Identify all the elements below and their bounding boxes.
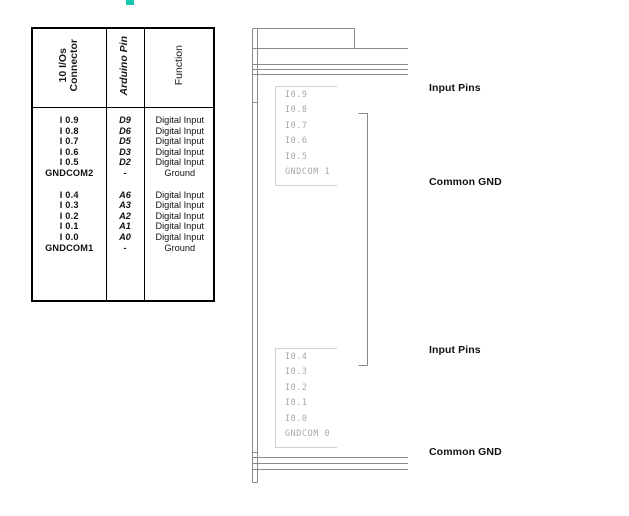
- annotation-input-pins-bottom: Input Pins: [429, 344, 481, 356]
- table-value-line: I 0.5: [59, 157, 79, 168]
- table-value-line: GNDCOM1: [45, 242, 94, 253]
- table-value-line: [33, 179, 106, 190]
- table-value-line: -: [123, 167, 127, 178]
- table-value-line: [145, 179, 216, 190]
- table-value-line: Digital Input: [155, 189, 205, 200]
- table-value-line: Digital Input: [155, 146, 205, 157]
- table-body-row: I 0.9 I 0.8 I 0.7 I 0.6 I 0.5 GNDCOM2 I 0.4 I …: [33, 107, 216, 300]
- table-value-line: I 0.1: [59, 221, 79, 232]
- header-label-arduino-pin: Arduino Pin: [118, 35, 131, 96]
- table-value-line: I 0.9: [59, 115, 79, 125]
- top-connector-pin-text: I0.9 I0.8 I0.7 I0.6 I0.5 GNDCOM 1: [276, 87, 337, 179]
- table-value-line: -: [123, 242, 127, 253]
- body-cell-connector: I 0.9 I 0.8 I 0.7 I 0.6 I 0.5 GNDCOM2 I 0.4 I …: [33, 107, 107, 300]
- table-value-line: [107, 179, 144, 190]
- connector-pin-label: I0.8: [285, 104, 308, 115]
- table-value-line: Digital Input: [155, 125, 205, 136]
- table-value-line: Ground: [164, 242, 196, 253]
- table-value-line: A6: [119, 189, 131, 200]
- header-cell-arduino-pin: Arduino Pin: [105, 29, 145, 108]
- teal-marker-artifact: [126, 0, 134, 5]
- table-value-line: Ground: [164, 167, 196, 178]
- table-value-line: D2: [119, 157, 131, 168]
- table-value-line: D3: [119, 146, 131, 157]
- bottom-connector-pin-text: I0.4 I0.3 I0.2 I0.1 I0.0 GNDCOM 0: [276, 349, 337, 441]
- connector-pin-label: I0.9: [285, 89, 308, 99]
- table-value-line: D5: [119, 136, 131, 147]
- annotation-common-gnd-bottom: Common GND: [429, 446, 502, 458]
- header-cell-connector: 10 I/Os Connector: [33, 29, 107, 108]
- table-value-line: A3: [119, 200, 131, 211]
- table-value-line: Digital Input: [155, 157, 205, 168]
- connector-pin-label: I0.4: [285, 351, 308, 361]
- table-value-line: D6: [119, 125, 131, 136]
- pin-table: 10 I/Os Connector Arduino Pin Function I…: [33, 29, 215, 300]
- table-value-line: I 0.6: [59, 146, 79, 157]
- header-label-function: Function: [173, 45, 186, 86]
- table-value-line: Digital Input: [155, 200, 205, 211]
- body-cell-arduino-pin: D9 D6 D5 D3 D2- A6 A3 A2 A1 A0-: [105, 107, 145, 300]
- table-value-line: Digital Input: [155, 210, 205, 221]
- table-value-line: A1: [119, 221, 131, 232]
- header-label-connector: 10 I/Os Connector: [57, 39, 81, 92]
- connector-pin-label: I0.6: [285, 135, 308, 146]
- table-value-line: Digital Input: [155, 231, 205, 242]
- table-value-line: Digital Input: [155, 115, 205, 125]
- table-value-line: GNDCOM2: [45, 167, 94, 178]
- connector-pin-label: I0.3: [285, 366, 308, 377]
- table-value-line: I 0.0: [59, 231, 79, 242]
- table-value-line: Digital Input: [155, 221, 205, 232]
- table-value-line: I 0.7: [59, 136, 79, 147]
- table-value-line: A0: [119, 231, 131, 242]
- table-value-line: D9: [119, 115, 131, 125]
- top-tab-outline: [252, 28, 408, 49]
- body-cell-function: Digital Input Digital Input Digital Input D…: [143, 107, 216, 300]
- connector-pin-label: I0.5: [285, 150, 308, 161]
- header-cell-function: Function: [143, 29, 215, 108]
- connector-pin-label: I0.2: [285, 381, 308, 392]
- connector-pin-label: GNDCOM 0: [285, 428, 331, 439]
- connector-pin-label: I0.7: [285, 119, 308, 130]
- top-connector-pin-labels: I0.9 I0.8 I0.7 I0.6 I0.5 GNDCOM 1: [275, 86, 337, 186]
- arduino-pin-value-list: D9 D6 D5 D3 D2- A6 A3 A2 A1 A0-: [107, 115, 144, 253]
- connector-pin-label: I0.0: [285, 412, 308, 423]
- function-value-list: Digital Input Digital Input Digital Input D…: [145, 115, 216, 253]
- connector-pin-label: GNDCOM 1: [285, 166, 331, 177]
- connector-value-list: I 0.9 I 0.8 I 0.7 I 0.6 I 0.5 GNDCOM2 I 0.4 I …: [33, 115, 106, 253]
- table-value-line: Digital Input: [155, 136, 205, 147]
- table-value-line: A2: [119, 210, 131, 221]
- annotation-common-gnd-top: Common GND: [429, 176, 502, 188]
- table-value-line: I 0.4: [59, 189, 79, 200]
- io-pin-mapping-table: 10 I/Os Connector Arduino Pin Function I…: [31, 27, 215, 302]
- bottom-connector-pin-labels: I0.4 I0.3 I0.2 I0.1 I0.0 GNDCOM 0: [275, 348, 337, 448]
- table-value-line: I 0.2: [59, 210, 79, 221]
- table-header-row: 10 I/Os Connector Arduino Pin Function: [33, 29, 215, 108]
- connector-pin-label: I0.1: [285, 397, 308, 408]
- table-value-line: I 0.8: [59, 125, 79, 136]
- table-value-line: I 0.3: [59, 200, 79, 211]
- annotation-input-pins-top: Input Pins: [429, 82, 481, 94]
